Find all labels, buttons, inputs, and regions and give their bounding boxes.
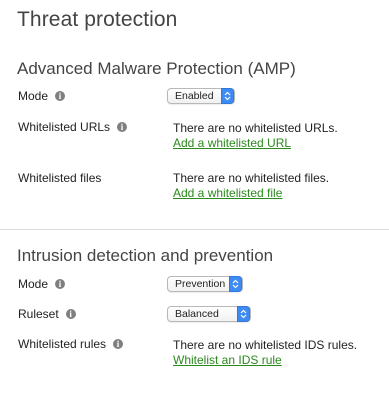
ids-ruleset-label-text: Ruleset — [18, 307, 59, 321]
amp-section-title: Advanced Malware Protection (AMP) — [17, 59, 296, 78]
amp-urls-label-text: Whitelisted URLs — [18, 120, 111, 134]
amp-mode-label: Mode i — [18, 89, 66, 103]
add-whitelisted-url-link[interactable]: Add a whitelisted URL — [173, 136, 291, 150]
info-icon[interactable]: i — [55, 91, 66, 101]
ids-rules-label: Whitelisted rules i — [18, 337, 124, 351]
info-icon[interactable]: i — [65, 309, 76, 319]
whitelist-ids-rule-link[interactable]: Whitelist an IDS rule — [173, 353, 282, 367]
amp-urls-label: Whitelisted URLs i — [18, 120, 128, 134]
section-divider — [0, 229, 389, 230]
ids-mode-select-value: Prevention — [175, 278, 226, 290]
info-icon[interactable]: i — [55, 279, 66, 289]
info-icon[interactable]: i — [113, 339, 124, 349]
ids-rules-status: There are no whitelisted IDS rules. — [173, 338, 358, 352]
amp-files-label: Whitelisted files — [18, 171, 101, 185]
select-chevron-icon — [229, 276, 242, 292]
ids-mode-select[interactable]: Prevention — [167, 276, 243, 292]
ids-mode-label: Mode i — [18, 277, 66, 291]
ids-ruleset-select-value: Balanced — [175, 308, 219, 320]
ids-ruleset-select[interactable]: Balanced — [167, 306, 251, 322]
ids-mode-label-text: Mode — [18, 277, 49, 291]
add-whitelisted-file-link[interactable]: Add a whitelisted file — [173, 186, 282, 200]
amp-files-status: There are no whitelisted files. — [173, 171, 330, 185]
select-chevron-icon — [237, 306, 250, 322]
ids-ruleset-label: Ruleset i — [18, 307, 76, 321]
amp-mode-select[interactable]: Enabled — [167, 88, 235, 104]
ids-section-title: Intrusion detection and prevention — [17, 246, 274, 265]
amp-mode-label-text: Mode — [18, 89, 49, 103]
ids-rules-label-text: Whitelisted rules — [18, 337, 107, 351]
info-icon[interactable]: i — [117, 122, 128, 132]
amp-mode-select-value: Enabled — [175, 90, 214, 102]
amp-urls-status: There are no whitelisted URLs. — [173, 121, 338, 135]
page-title: Threat protection — [17, 8, 178, 31]
amp-files-label-text: Whitelisted files — [18, 171, 102, 185]
select-chevron-icon — [221, 88, 234, 104]
